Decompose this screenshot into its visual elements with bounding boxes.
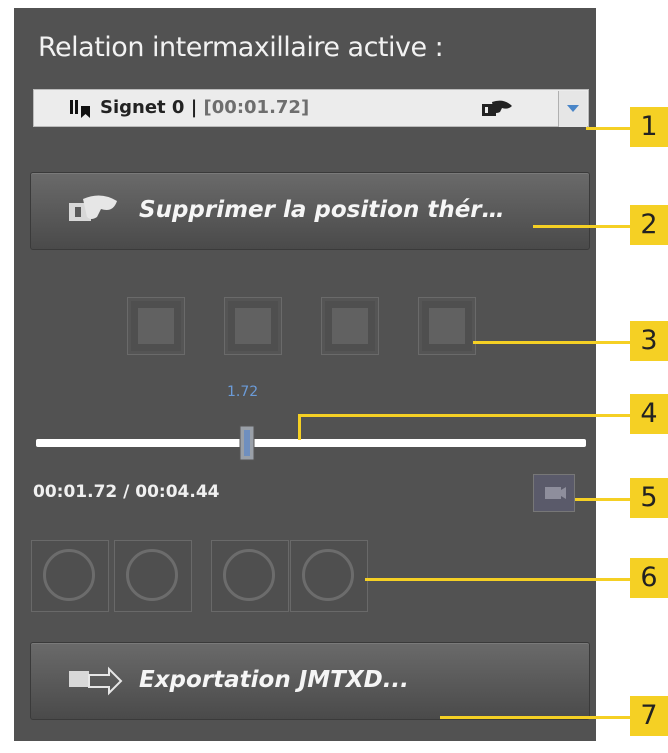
export-label: Exportation JMTXD... [139,667,409,693]
previous-bookmark-button[interactable] [321,297,379,355]
callout-line-4-drop [298,414,301,440]
callout-6: 6 [630,558,668,598]
next-bookmark-button[interactable] [418,297,476,355]
bookmark-icon [70,100,90,118]
slider-thumb[interactable] [237,424,257,462]
callout-line-6 [365,578,630,581]
edit-bookmark-button[interactable] [224,297,282,355]
slider-value-label: 1.72 [227,384,259,400]
callout-line-1 [586,127,630,130]
step-forward-button[interactable] [290,540,368,612]
jaw-motion-icon [482,100,512,116]
bookmark-previous-icon [332,308,368,344]
play-icon [43,549,95,601]
delete-position-button[interactable]: Supprimer la position thér… [30,172,590,250]
play-button[interactable] [31,540,109,612]
set-bookmark-button[interactable] [127,297,185,355]
stop-button[interactable] [114,540,192,612]
callout-4: 4 [630,394,668,434]
panel-title: Relation intermaxillaire active : [38,32,444,63]
jaw-delete-icon [69,195,117,221]
callout-1: 1 [630,107,668,147]
step-back-button[interactable] [211,540,289,612]
camera-follow-button[interactable] [533,474,575,512]
bookmark-edit-icon [235,308,271,344]
callout-3: 3 [630,321,668,361]
stop-icon [126,549,178,601]
bookmark-next-icon [429,308,465,344]
timeline-slider[interactable] [36,439,586,447]
callout-7: 7 [630,696,668,736]
separator: | [184,97,204,118]
jaw-relation-dropdown[interactable]: Signet 0 | [00:01.72] [33,89,589,127]
callout-line-2 [533,225,630,228]
bookmark-add-icon [138,308,174,344]
delete-position-label: Supprimer la position thér… [139,197,505,223]
export-icon [69,666,123,696]
camera-icon [545,487,566,499]
playback-time: 00:01.72 / 00:04.44 [33,482,220,502]
export-jmtxd-button[interactable]: Exportation JMTXD... [30,642,590,720]
callout-line-7 [440,716,630,719]
callout-line-5 [575,498,630,501]
callout-2: 2 [630,205,668,245]
dropdown-value: Signet 0 | [00:01.72] [100,97,309,118]
dropdown-toggle[interactable] [558,91,587,127]
bookmark-name: Signet 0 [100,97,185,118]
bookmark-timestamp: [00:01.72] [203,97,310,118]
previous-icon [223,549,275,601]
next-icon [302,549,354,601]
callout-line-3 [473,341,630,344]
callout-line-4 [298,414,630,417]
chevron-down-icon [567,105,579,112]
callout-5: 5 [630,478,668,518]
